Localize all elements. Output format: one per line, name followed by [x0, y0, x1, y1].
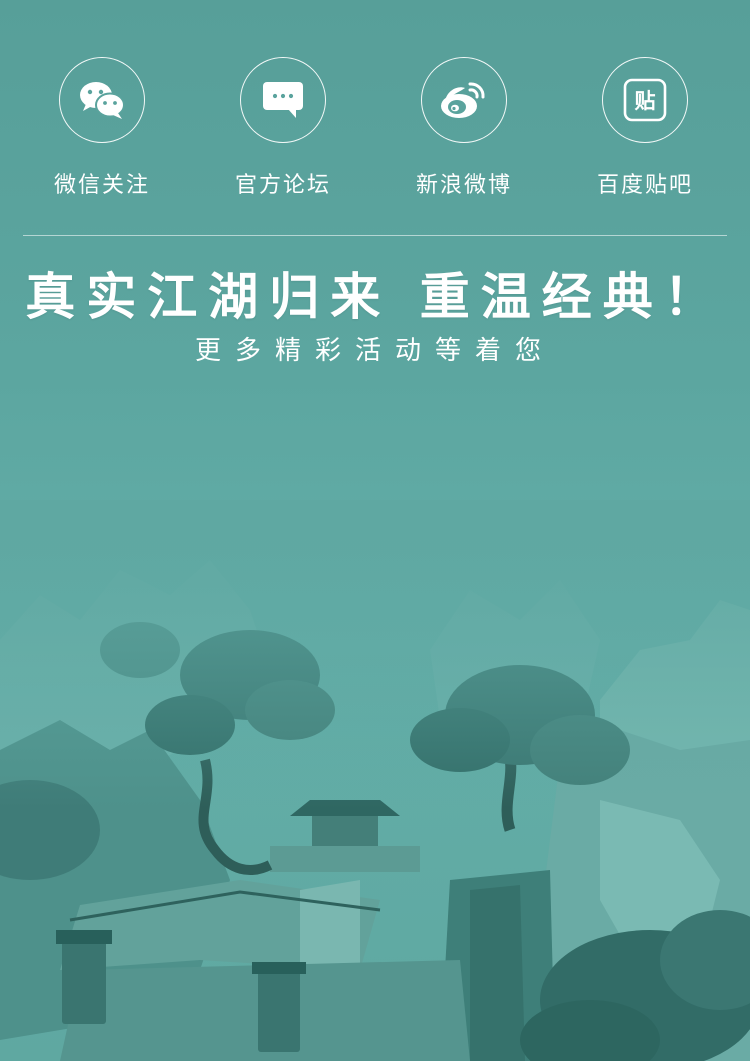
social-tieba[interactable]: 贴 百度贴吧: [555, 57, 735, 207]
forum-icon-circle[interactable]: [240, 57, 326, 143]
weibo-icon: [441, 82, 485, 118]
social-links: 微信关注 官方论坛 新浪微博 贴 百度贴吧: [0, 57, 750, 207]
wechat-icon: [80, 82, 125, 119]
tieba-icon-circle[interactable]: 贴: [602, 57, 688, 143]
wechat-icon-circle[interactable]: [59, 57, 145, 143]
social-label-wechat: 微信关注: [53, 173, 150, 198]
subline: 更多精彩活动等着您: [194, 336, 555, 366]
forum-chat-icon: [263, 82, 303, 118]
social-label-forum: 官方论坛: [234, 173, 331, 198]
tieba-icon: 贴: [623, 78, 667, 122]
mountain-scene-illustration: [0, 500, 750, 1061]
divider: [23, 235, 727, 236]
social-forum[interactable]: 官方论坛: [193, 57, 373, 207]
social-weibo[interactable]: 新浪微博: [374, 57, 554, 207]
social-label-tieba: 百度贴吧: [596, 173, 693, 198]
tieba-icon-text: 贴: [635, 89, 656, 113]
landing-page: 微信关注 官方论坛 新浪微博 贴 百度贴吧 真实江湖归来 重温经典！ 更多精彩活…: [0, 0, 750, 1061]
scene-fog-overlay: [0, 500, 750, 1061]
social-wechat[interactable]: 微信关注: [12, 57, 192, 207]
weibo-icon-circle[interactable]: [421, 57, 507, 143]
headline: 真实江湖归来 重温经典！: [25, 268, 725, 326]
social-label-weibo: 新浪微博: [415, 173, 512, 198]
